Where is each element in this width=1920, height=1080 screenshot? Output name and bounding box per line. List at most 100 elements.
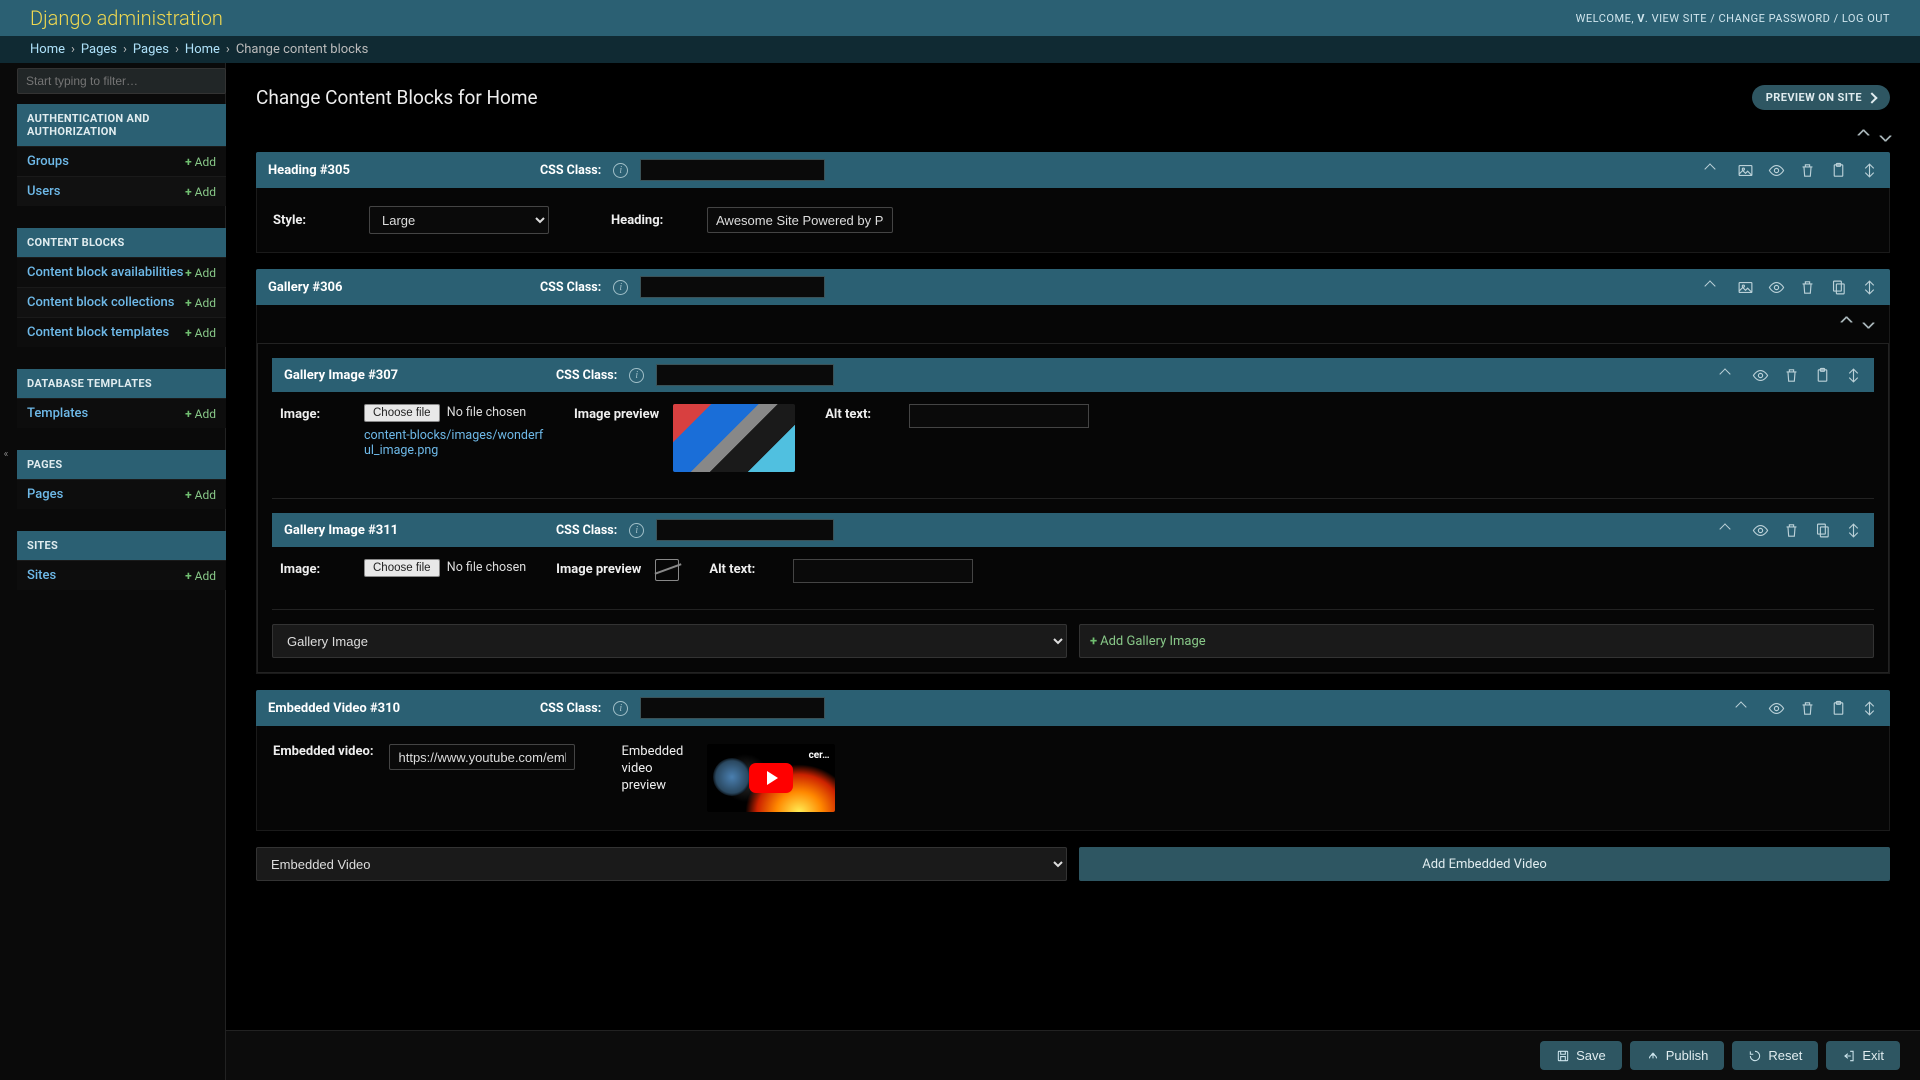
sidebar-model-link[interactable]: Content block collections — [27, 295, 174, 310]
copy-icon[interactable] — [1830, 279, 1847, 296]
block-title: Heading #305 — [268, 163, 528, 178]
delete-icon[interactable] — [1799, 700, 1816, 717]
drag-icon[interactable] — [1861, 279, 1878, 296]
heading-input[interactable] — [707, 207, 893, 233]
visibility-icon[interactable] — [1768, 279, 1785, 296]
add-gallery-image-button[interactable]: +Add Gallery Image — [1079, 624, 1874, 658]
sidebar-model-link[interactable]: Content block templates — [27, 325, 169, 340]
visibility-icon[interactable] — [1752, 367, 1769, 384]
delete-icon[interactable] — [1799, 279, 1816, 296]
file-link[interactable]: content-blocks/images/wonderful_image.pn… — [364, 428, 544, 458]
image-preview-empty-icon — [655, 559, 679, 581]
sidebar-filter-input[interactable] — [17, 68, 226, 94]
info-icon[interactable]: i — [629, 368, 644, 383]
info-icon[interactable]: i — [613, 280, 628, 295]
sidebar-section-header: DATABASE TEMPLATES — [17, 369, 226, 398]
css-class-input[interactable] — [656, 364, 834, 386]
info-icon[interactable]: i — [613, 701, 628, 716]
gallery-add-type-select[interactable]: Gallery Image — [272, 624, 1067, 658]
clipboard-icon[interactable] — [1830, 162, 1847, 179]
nested-collapse-all-icon[interactable] — [1843, 315, 1851, 331]
sidebar-model-link[interactable]: Templates — [27, 406, 88, 421]
delete-icon[interactable] — [1783, 522, 1800, 539]
alt-text-input[interactable] — [793, 559, 973, 583]
copy-icon[interactable] — [1814, 522, 1831, 539]
add-block-type-select[interactable]: Embedded Video — [256, 847, 1067, 881]
preview-on-site-button[interactable]: PREVIEW ON SITE — [1752, 85, 1890, 110]
sidebar-item: Templates +Add — [17, 398, 226, 428]
collapse-icon[interactable] — [1721, 367, 1738, 384]
choose-file-button[interactable]: Choose file — [364, 559, 440, 577]
reset-button[interactable]: Reset — [1732, 1041, 1818, 1070]
breadcrumb-pages[interactable]: Pages — [81, 42, 117, 57]
css-class-input[interactable] — [640, 697, 825, 719]
sidebar-section-header: AUTHENTICATION AND AUTHORIZATION — [17, 104, 226, 146]
expand-all-icon[interactable] — [1882, 128, 1890, 144]
visibility-icon[interactable] — [1752, 522, 1769, 539]
site-title: Django administration — [30, 6, 223, 30]
drag-icon[interactable] — [1845, 367, 1862, 384]
content-block-gallery: Gallery #306 CSS Class: i — [256, 269, 1890, 674]
exit-button[interactable]: Exit — [1826, 1041, 1900, 1070]
sidebar-add-link[interactable]: +Add — [185, 266, 216, 280]
sidebar-add-link[interactable]: +Add — [185, 488, 216, 502]
collapse-icon[interactable] — [1706, 162, 1723, 179]
log-out-link[interactable]: LOG OUT — [1842, 12, 1890, 25]
css-class-input[interactable] — [640, 159, 825, 181]
sidebar-add-link[interactable]: +Add — [185, 407, 216, 421]
info-icon[interactable]: i — [613, 163, 628, 178]
delete-icon[interactable] — [1799, 162, 1816, 179]
clipboard-icon[interactable] — [1830, 700, 1847, 717]
visibility-icon[interactable] — [1768, 700, 1785, 717]
video-preview[interactable]: cer… — [707, 744, 835, 812]
content-block-video: Embedded Video #310 CSS Class: i Embedde… — [256, 690, 1890, 831]
info-icon[interactable]: i — [629, 523, 644, 538]
sidebar-model-link[interactable]: Groups — [27, 154, 69, 169]
clipboard-icon[interactable] — [1814, 367, 1831, 384]
sidebar-model-link[interactable]: Sites — [27, 568, 56, 583]
collapse-icon[interactable] — [1737, 700, 1754, 717]
add-embedded-video-button[interactable]: Add Embedded Video — [1079, 847, 1890, 881]
change-password-link[interactable]: CHANGE PASSWORD — [1718, 12, 1830, 25]
style-select[interactable]: Large — [369, 206, 549, 234]
block-title: Gallery #306 — [268, 280, 528, 295]
breadcrumb-page[interactable]: Home — [185, 42, 220, 57]
sidebar-model-link[interactable]: Content block availabilities — [27, 265, 183, 280]
content-block-heading: Heading #305 CSS Class: i Style: Large — [256, 152, 1890, 253]
collapse-all-icon[interactable] — [1860, 128, 1868, 144]
sidebar-add-link[interactable]: +Add — [185, 296, 216, 310]
sidebar-section-header: CONTENT BLOCKS — [17, 228, 226, 257]
drag-icon[interactable] — [1861, 700, 1878, 717]
sidebar-item: Pages +Add — [17, 479, 226, 509]
css-class-input[interactable] — [640, 276, 825, 298]
view-site-link[interactable]: VIEW SITE — [1652, 12, 1707, 25]
alt-text-input[interactable] — [909, 404, 1089, 428]
visibility-icon[interactable] — [1768, 162, 1785, 179]
image-icon[interactable] — [1737, 279, 1754, 296]
save-button[interactable]: Save — [1540, 1041, 1622, 1070]
play-icon — [749, 763, 793, 793]
collapse-icon[interactable] — [1706, 279, 1723, 296]
username: V — [1637, 12, 1645, 25]
sidebar-add-link[interactable]: +Add — [185, 569, 216, 583]
sidebar-add-link[interactable]: +Add — [185, 155, 216, 169]
sidebar-collapse-icon[interactable]: « — [0, 445, 12, 463]
choose-file-button[interactable]: Choose file — [364, 404, 440, 422]
drag-icon[interactable] — [1845, 522, 1862, 539]
sidebar-add-link[interactable]: +Add — [185, 326, 216, 340]
video-url-input[interactable] — [389, 744, 575, 770]
breadcrumb-home[interactable]: Home — [30, 42, 65, 57]
collapse-icon[interactable] — [1721, 522, 1738, 539]
sidebar-item: Content block templates +Add — [17, 317, 226, 347]
css-class-input[interactable] — [656, 519, 834, 541]
image-preview — [673, 404, 795, 472]
sidebar-add-link[interactable]: +Add — [185, 185, 216, 199]
delete-icon[interactable] — [1783, 367, 1800, 384]
nested-expand-all-icon[interactable] — [1865, 315, 1873, 331]
breadcrumb-pages2[interactable]: Pages — [133, 42, 169, 57]
drag-icon[interactable] — [1861, 162, 1878, 179]
image-icon[interactable] — [1737, 162, 1754, 179]
sidebar-model-link[interactable]: Users — [27, 184, 60, 199]
publish-button[interactable]: Publish — [1630, 1041, 1725, 1070]
sidebar-model-link[interactable]: Pages — [27, 487, 63, 502]
